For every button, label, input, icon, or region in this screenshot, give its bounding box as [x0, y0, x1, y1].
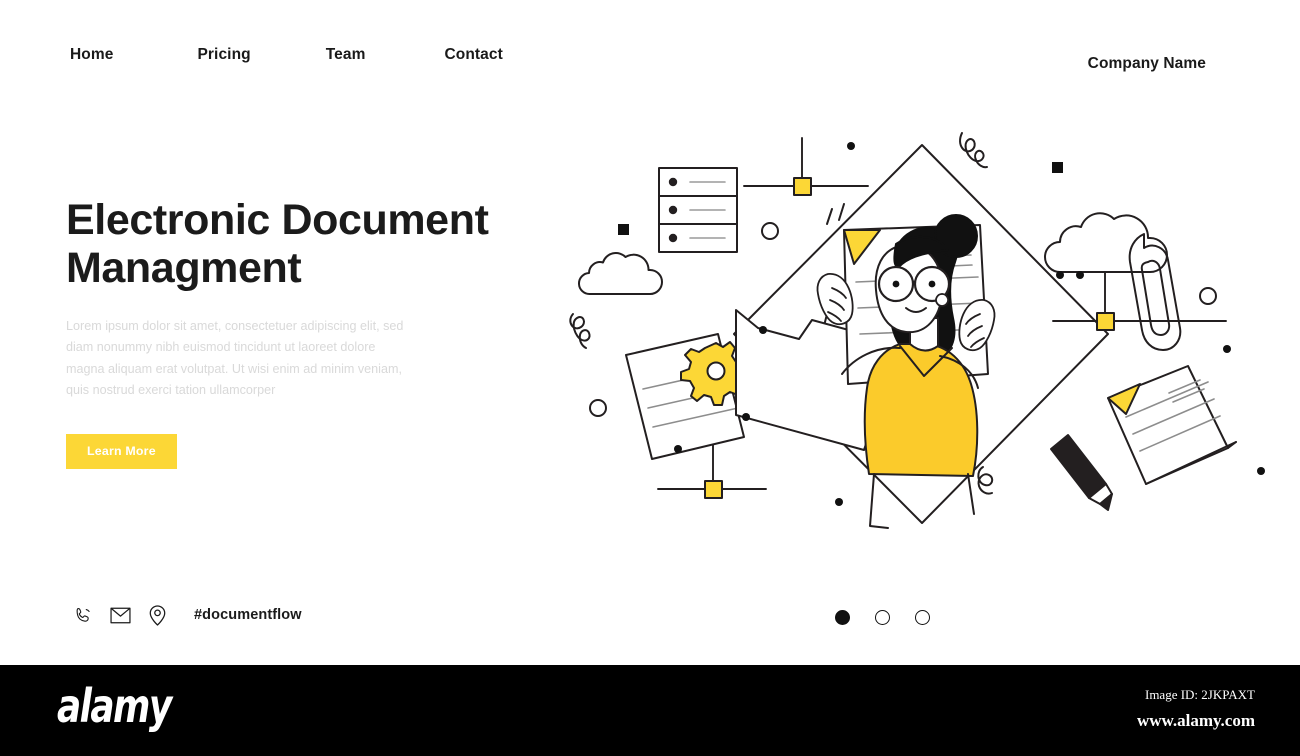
hero-title-line-2: Managment: [66, 244, 302, 292]
carousel-dot-2[interactable]: [875, 610, 890, 625]
carousel-dots: [835, 610, 930, 625]
brand-logo-text[interactable]: Company Name: [1088, 55, 1206, 73]
nav-links: Home Pricing Team Contact: [70, 46, 503, 64]
cloud-small-icon: [578, 251, 663, 296]
pencil-icon: [1050, 434, 1113, 511]
gear-document-icon: [625, 333, 747, 460]
hero-title-line-1: Electronic Document: [66, 196, 489, 244]
cloud-large-icon: [1044, 212, 1168, 273]
tilted-document-icon: [1107, 365, 1237, 485]
hero-section: Electronic Document Managment Lorem ipsu…: [66, 196, 536, 470]
carousel-dot-3[interactable]: [915, 610, 930, 625]
learn-more-button[interactable]: Learn More: [66, 434, 177, 470]
watermark-bar: alamy Image ID: 2JKPAXT www.alamy.com: [0, 665, 1300, 756]
nav-link-home[interactable]: Home: [70, 46, 113, 64]
hero-illustration: [548, 112, 1288, 552]
hero-description: Lorem ipsum dolor sit amet, consectetuer…: [66, 319, 404, 397]
hashtag-label: #documentflow: [194, 607, 302, 623]
envelope-icon[interactable]: [107, 602, 133, 628]
alamy-logo: alamy: [57, 679, 172, 733]
nav-link-contact[interactable]: Contact: [444, 46, 502, 64]
phone-icon[interactable]: [70, 602, 96, 628]
carousel-dot-1[interactable]: [835, 610, 850, 625]
squiggle-left: [569, 313, 591, 349]
squiggle-bottom: [977, 466, 994, 495]
landing-page: Home Pricing Team Contact Company Name E…: [0, 0, 1300, 756]
nav-link-pricing[interactable]: Pricing: [197, 46, 250, 64]
page-title: Electronic Document Managment: [66, 196, 536, 292]
squiggle-top: [959, 132, 988, 169]
alamy-url-label: www.alamy.com: [1136, 711, 1255, 730]
location-pin-icon[interactable]: [144, 602, 170, 628]
contact-row: #documentflow: [70, 602, 302, 628]
image-id-label: Image ID: 2JKPAXT: [1144, 687, 1255, 702]
server-stack-icon: [658, 167, 738, 253]
nav-link-team[interactable]: Team: [326, 46, 366, 64]
